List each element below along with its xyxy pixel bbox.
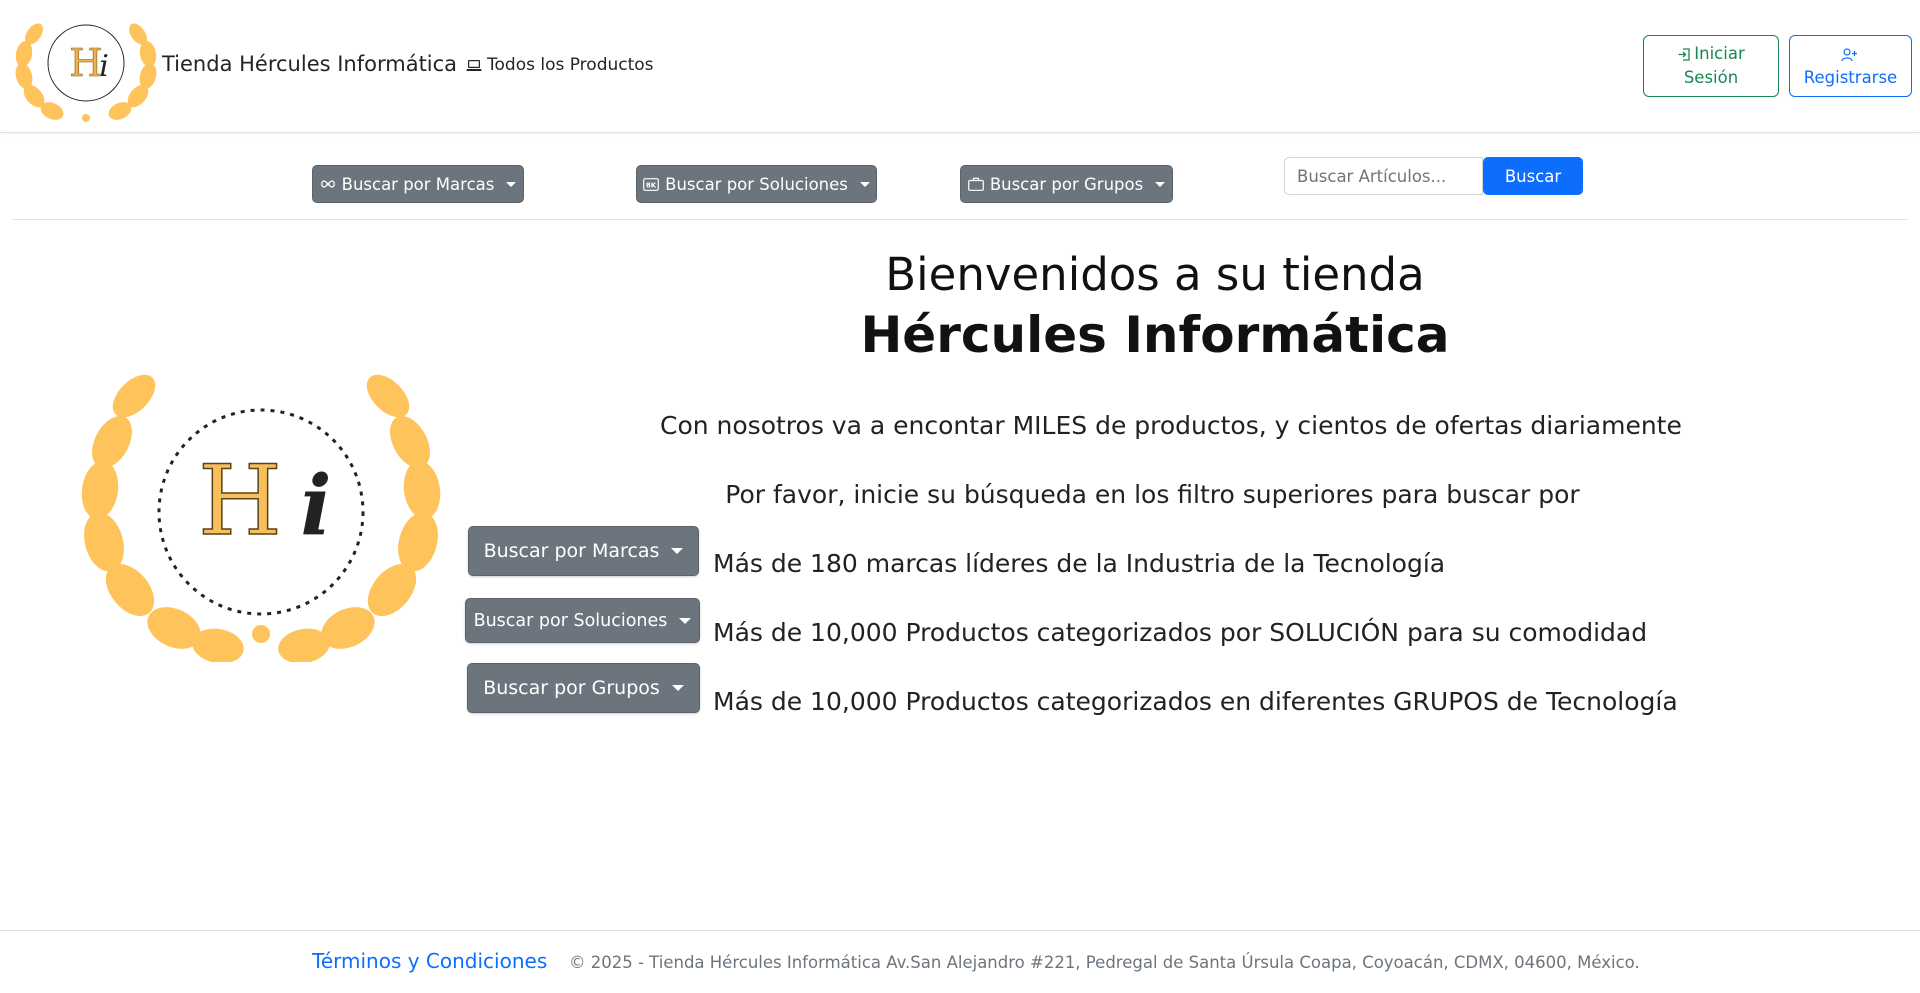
hero-groups-button[interactable]: Buscar por Grupos	[467, 663, 700, 713]
brands-dropdown-label: Buscar por Marcas	[341, 174, 495, 194]
hero-title-line1: Bienvenidos a su tienda	[885, 248, 1425, 301]
hero-solutions-button[interactable]: Buscar por Soluciones	[465, 598, 700, 643]
hero-title-line2: Hércules Informática	[860, 306, 1450, 364]
svg-text:i: i	[300, 458, 331, 554]
chevron-down-icon	[671, 548, 684, 554]
filter-divider	[12, 219, 1908, 220]
brand-name[interactable]: Tienda Hércules Informática	[162, 52, 457, 76]
chevron-down-icon	[1155, 181, 1166, 187]
briefcase-icon	[967, 177, 984, 191]
navbar: H i Tienda Hércules Informática Todos lo…	[0, 0, 1920, 133]
add-user-icon	[1841, 47, 1857, 61]
infinity-icon	[320, 180, 335, 188]
register-label: Registrarse	[1803, 68, 1898, 87]
hero-text-groups: Más de 10,000 Productos categorizados en…	[713, 687, 1678, 716]
hero-text-instructions: Por favor, inicie su búsqueda en los fil…	[725, 480, 1580, 509]
svg-text:i: i	[99, 49, 109, 84]
hero-groups-button-label: Buscar por Grupos	[483, 677, 660, 699]
chevron-down-icon	[506, 181, 517, 187]
hero-solutions-button-label: Buscar por Soluciones	[473, 610, 668, 631]
search-input[interactable]	[1284, 157, 1483, 195]
hero-text-offers: Con nosotros va a encontar MILES de prod…	[660, 411, 1682, 440]
chevron-down-icon	[679, 617, 692, 624]
solutions-dropdown-label: Buscar por Soluciones	[665, 174, 848, 194]
hero-logo: H i	[81, 374, 441, 662]
store-logo[interactable]: H i	[12, 10, 160, 123]
hero-brands-button[interactable]: Buscar por Marcas	[468, 526, 699, 576]
login-button[interactable]: Iniciar Sesión	[1643, 35, 1779, 97]
terms-link[interactable]: Términos y Condiciones	[312, 949, 547, 973]
footer-copyright: © 2025 - Tienda Hércules Informática Av.…	[569, 953, 1640, 972]
groups-dropdown-label: Buscar por Grupos	[989, 174, 1144, 194]
solutions-dropdown[interactable]: 8K Buscar por Soluciones	[636, 165, 877, 203]
hero-text-solutions: Más de 10,000 Productos categorizados po…	[713, 618, 1648, 647]
search-button[interactable]: Buscar	[1483, 157, 1583, 195]
footer: Términos y Condiciones © 2025 - Tienda H…	[0, 930, 1920, 993]
login-label-line2: Sesión	[1683, 68, 1739, 87]
svg-text:H: H	[198, 445, 282, 557]
groups-dropdown[interactable]: Buscar por Grupos	[960, 165, 1173, 203]
login-label-line1: Iniciar	[1694, 44, 1745, 63]
chevron-down-icon	[671, 685, 684, 691]
brands-dropdown[interactable]: Buscar por Marcas	[312, 165, 524, 203]
register-button[interactable]: Registrarse	[1789, 35, 1912, 97]
all-products-label: Todos los Productos	[487, 55, 654, 75]
hero-brands-button-label: Buscar por Marcas	[483, 540, 660, 562]
login-icon	[1678, 48, 1690, 61]
svg-text:H: H	[69, 41, 102, 85]
chevron-down-icon	[859, 181, 870, 187]
laptop-icon	[466, 59, 482, 71]
all-products-link[interactable]: Todos los Productos	[466, 55, 654, 75]
8k-icon: 8K	[643, 177, 660, 191]
hero-text-brands: Más de 180 marcas líderes de la Industri…	[713, 549, 1446, 578]
svg-text:8K: 8K	[646, 181, 657, 189]
